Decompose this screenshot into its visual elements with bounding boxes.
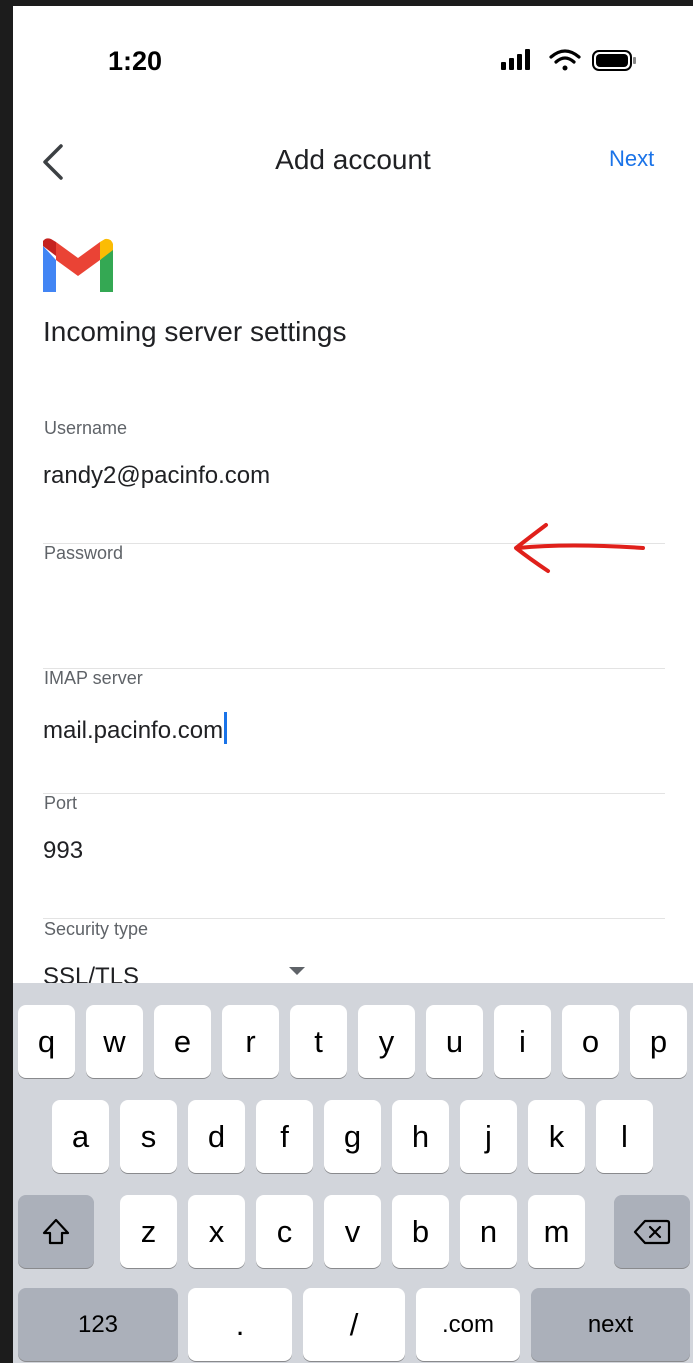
key-x[interactable]: x <box>188 1195 245 1268</box>
key-t[interactable]: t <box>290 1005 347 1078</box>
key-e[interactable]: e <box>154 1005 211 1078</box>
key-m[interactable]: m <box>528 1195 585 1268</box>
gmail-logo-icon <box>43 238 113 292</box>
password-label: Password <box>44 543 124 563</box>
port-value[interactable]: 993 <box>43 837 603 865</box>
next-key[interactable]: next <box>531 1288 690 1361</box>
next-button[interactable]: Next <box>609 146 654 172</box>
wifi-icon <box>549 49 581 71</box>
key-s[interactable]: s <box>120 1100 177 1173</box>
key-y[interactable]: y <box>358 1005 415 1078</box>
signal-icon <box>501 49 530 70</box>
phone-screen: 1:20 Add account Next Incoming server se… <box>13 6 693 1363</box>
imap-server-value: mail.pacinfo.com <box>43 717 224 744</box>
section-title: Incoming server settings <box>43 316 347 347</box>
imap-server-field[interactable]: IMAP server mail.pacinfo.com <box>43 668 665 794</box>
text-cursor <box>224 712 228 744</box>
period-key[interactable]: . <box>188 1288 292 1361</box>
key-h[interactable]: h <box>392 1100 449 1173</box>
key-a[interactable]: a <box>52 1100 109 1173</box>
username-value[interactable]: randy2@pacinfo.com <box>43 462 603 490</box>
backspace-icon <box>633 1219 671 1244</box>
battery-icon <box>592 50 636 71</box>
keyboard: q w e r t y u i o p a s d f g h j k l z … <box>13 983 693 1363</box>
key-b[interactable]: b <box>392 1195 449 1268</box>
security-type-label: Security type <box>44 919 149 939</box>
page-title: Add account <box>275 144 431 175</box>
dotcom-key[interactable]: .com <box>416 1288 520 1361</box>
key-j[interactable]: j <box>460 1100 517 1173</box>
key-w[interactable]: w <box>86 1005 143 1078</box>
key-k[interactable]: k <box>528 1100 585 1173</box>
key-r[interactable]: r <box>222 1005 279 1078</box>
key-f[interactable]: f <box>256 1100 313 1173</box>
numbers-key[interactable]: 123 <box>18 1288 178 1361</box>
shift-icon <box>42 1218 70 1244</box>
key-u[interactable]: u <box>426 1005 483 1078</box>
key-i[interactable]: i <box>494 1005 551 1078</box>
key-c[interactable]: c <box>256 1195 313 1268</box>
status-icons <box>501 46 641 76</box>
username-label: Username <box>44 418 128 438</box>
key-d[interactable]: d <box>188 1100 245 1173</box>
annotation-arrow-icon <box>508 521 648 576</box>
port-field[interactable]: Port 993 <box>43 793 665 919</box>
key-l[interactable]: l <box>596 1100 653 1173</box>
status-time: 1:20 <box>108 46 163 76</box>
key-p[interactable]: p <box>630 1005 687 1078</box>
shift-key[interactable] <box>18 1195 94 1268</box>
slash-key[interactable]: / <box>303 1288 405 1361</box>
imap-server-label: IMAP server <box>44 668 143 688</box>
imap-server-input[interactable]: mail.pacinfo.com <box>43 712 603 745</box>
key-g[interactable]: g <box>324 1100 381 1173</box>
key-q[interactable]: q <box>18 1005 75 1078</box>
key-n[interactable]: n <box>460 1195 517 1268</box>
dropdown-arrow-icon[interactable] <box>289 967 305 975</box>
port-label: Port <box>44 793 78 813</box>
key-z[interactable]: z <box>120 1195 177 1268</box>
delete-key[interactable] <box>614 1195 690 1268</box>
key-o[interactable]: o <box>562 1005 619 1078</box>
key-v[interactable]: v <box>324 1195 381 1268</box>
